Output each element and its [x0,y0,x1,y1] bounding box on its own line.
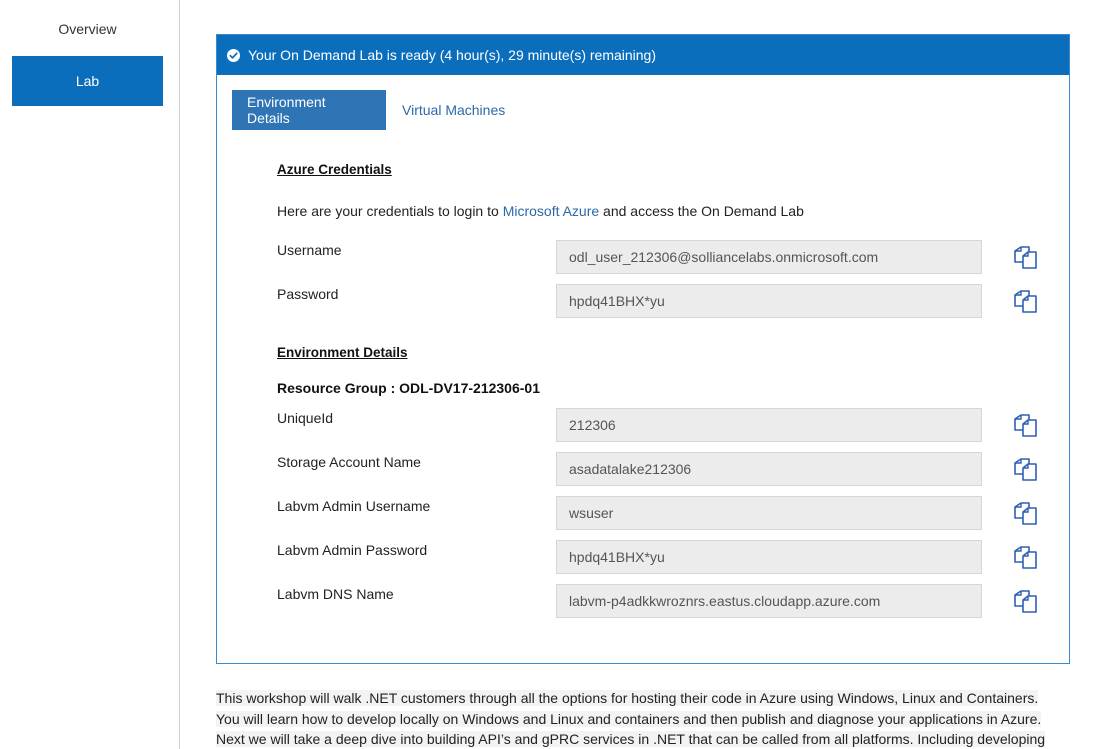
description-line: Next we will take a deep dive into build… [216,731,1046,747]
description-line: This workshop will walk .NET customers t… [216,690,1039,706]
password-row: Password hpdq41BHX*yu [277,284,1057,318]
copy-icon[interactable] [1011,499,1039,527]
copy-icon[interactable] [1011,411,1039,439]
admin-username-row: Labvm Admin Username wsuser [277,496,1057,530]
workshop-description: This workshop will walk .NET customers t… [216,688,1052,749]
uniqueid-field[interactable]: 212306 [556,408,982,442]
username-field[interactable]: odl_user_212306@solliancelabs.onmicrosof… [556,240,982,274]
azure-credentials-heading: Azure Credentials [277,162,392,177]
check-circle-icon [227,48,240,62]
copy-icon[interactable] [1011,543,1039,571]
storage-account-field[interactable]: asadatalake212306 [556,452,982,486]
uniqueid-label: UniqueId [277,410,334,426]
environment-details-content: Azure Credentials Here are your credenti… [277,35,1069,663]
dns-name-field[interactable]: labvm-p4adkkwroznrs.eastus.cloudapp.azur… [556,584,982,618]
sidebar: Overview Lab [0,0,180,749]
storage-account-label: Storage Account Name [277,454,421,470]
admin-password-label: Labvm Admin Password [277,542,428,558]
microsoft-azure-link[interactable]: Microsoft Azure [503,203,599,219]
environment-details-heading: Environment Details [277,345,408,360]
admin-username-label: Labvm Admin Username [277,498,431,514]
storage-account-row: Storage Account Name asadatalake212306 [277,452,1057,486]
dns-name-row: Labvm DNS Name labvm-p4adkkwroznrs.eastu… [277,584,1057,618]
username-label: Username [277,242,342,258]
admin-username-field[interactable]: wsuser [556,496,982,530]
sidebar-item-overview[interactable]: Overview [12,4,163,54]
password-label: Password [277,286,339,302]
credentials-intro: Here are your credentials to login to Mi… [277,203,804,219]
sidebar-item-lab[interactable]: Lab [12,56,163,106]
username-row: Username odl_user_212306@solliancelabs.o… [277,240,1057,274]
copy-icon[interactable] [1011,243,1039,271]
admin-password-field[interactable]: hpdq41BHX*yu [556,540,982,574]
copy-icon[interactable] [1011,587,1039,615]
intro-text-before: Here are your credentials to login to [277,203,503,219]
intro-text-after: and access the On Demand Lab [599,203,804,219]
description-line: You will learn how to develop locally on… [216,710,1042,727]
lab-panel: Your On Demand Lab is ready (4 hour(s), … [216,34,1070,664]
admin-password-row: Labvm Admin Password hpdq41BHX*yu [277,540,1057,574]
copy-icon[interactable] [1011,287,1039,315]
dns-name-label: Labvm DNS Name [277,586,394,602]
uniqueid-row: UniqueId 212306 [277,408,1057,442]
resource-group-label: Resource Group : ODL-DV17-212306-01 [277,380,540,396]
password-field[interactable]: hpdq41BHX*yu [556,284,982,318]
copy-icon[interactable] [1011,455,1039,483]
